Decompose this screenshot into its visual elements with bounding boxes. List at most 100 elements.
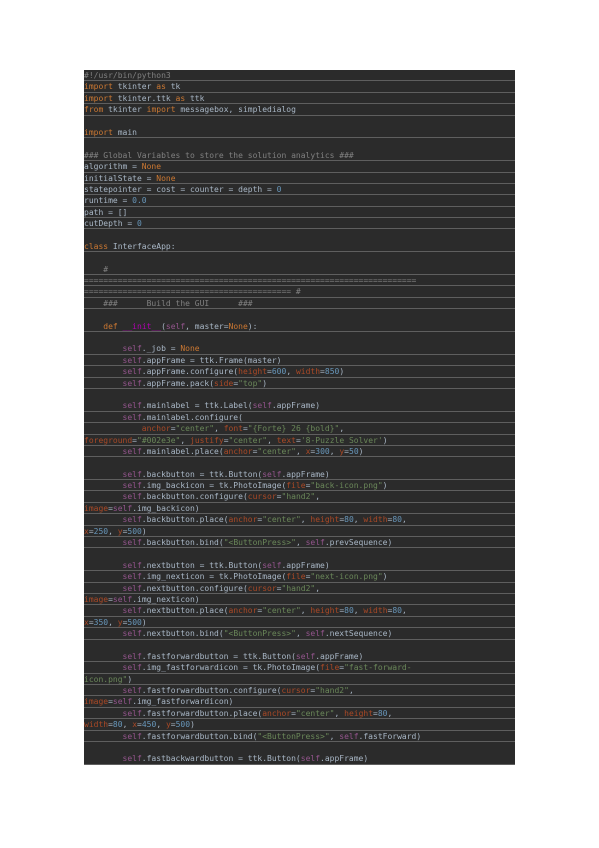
code-token: height: [344, 708, 374, 718]
code-token: ._job =: [141, 344, 181, 354]
code-token: width: [363, 606, 388, 616]
code-token: .appFrame.configure(: [141, 367, 239, 377]
code-token: 250: [93, 526, 109, 536]
code-token: "{Forte} 26 {bold}": [247, 424, 340, 434]
code-token: ========================================…: [84, 287, 301, 297]
code-token: ): [382, 481, 388, 491]
code-token: messagebox, simpledialog: [175, 105, 296, 115]
code-token: 300: [315, 446, 330, 456]
code-line: initialState = None: [84, 173, 515, 184]
code-token: .fastforwardbutton.place(: [141, 708, 263, 718]
code-token: self: [305, 538, 325, 548]
code-token: .appFrame): [271, 401, 321, 411]
code-token: justify: [190, 435, 224, 445]
code-token: ): [382, 572, 388, 582]
code-token: .fastforwardbutton = ttk.Button(: [141, 651, 296, 661]
code-token: self: [122, 446, 142, 456]
code-line: image=self.img_backicon): [84, 503, 515, 515]
code-token: ,: [286, 367, 296, 377]
code-token: self: [122, 412, 142, 422]
code-token: ,: [108, 617, 118, 627]
code-token: ): [339, 367, 345, 377]
code-token: self: [295, 651, 316, 661]
code-token: .nextbutton = ttk.Button(: [141, 560, 263, 570]
code-line: #!/usr/bin/python3: [84, 70, 515, 82]
code-line: self.img_nexticon = tk.PhotoImage(file="…: [84, 571, 515, 583]
code-line: self.fastforwardbutton.configure(cursor=…: [84, 685, 515, 697]
code-token: import: [84, 127, 113, 137]
code-token: self: [112, 697, 133, 707]
code-line: width=80, x=450, y=500): [84, 719, 515, 731]
code-token: self: [165, 321, 186, 331]
code-block: #!/usr/bin/python3 import tkinter as tk im…: [84, 70, 515, 765]
code-token: self: [112, 503, 133, 513]
code-token: self: [122, 708, 142, 718]
code-token: .prevSequence): [324, 538, 393, 548]
code-line: icon.png"): [84, 674, 515, 686]
code-line: x=350, y=500): [84, 617, 515, 629]
code-token: ): [141, 526, 147, 536]
code-line: class InterfaceApp:: [84, 241, 515, 253]
code-line: self.backbutton.configure(cursor="hand2"…: [84, 491, 515, 503]
code-token: self: [122, 481, 142, 491]
code-token: __init__: [122, 321, 162, 331]
code-line: anchor="center", font="{Forte} 26 {bold}…: [84, 423, 515, 435]
code-token: "top": [238, 378, 263, 388]
code-token: anchor: [223, 446, 253, 456]
code-token: "<ButtonPress>": [223, 538, 296, 548]
code-token: self: [122, 538, 142, 548]
code-token: .backbutton.configure(: [141, 492, 248, 502]
code-token: ,: [300, 606, 311, 616]
code-token: ,: [267, 435, 277, 445]
code-line: import main: [84, 127, 515, 139]
code-token: 80: [112, 720, 123, 730]
code-token: ): [141, 617, 147, 627]
code-token: ,: [180, 435, 190, 445]
code-token: font: [223, 424, 243, 434]
code-line: self.nextbutton = ttk.Button(self.appFra…: [84, 560, 515, 572]
code-token: .img_backicon = tk.PhotoImage(: [141, 481, 287, 491]
code-token: InterfaceApp:: [108, 241, 176, 251]
code-line: path = []: [84, 207, 515, 219]
code-token: "center": [262, 606, 301, 616]
code-token: .mainlabel.place(: [141, 446, 224, 456]
code-token: anchor: [228, 606, 258, 616]
code-token: self: [122, 367, 142, 377]
code-token: ========================================…: [84, 276, 417, 286]
code-token: anchor: [141, 424, 171, 434]
code-token: ttk: [185, 93, 205, 103]
code-token: width: [295, 367, 321, 377]
code-token: "center": [257, 446, 296, 456]
code-line: ### Global Variables to store the soluti…: [84, 150, 515, 162]
code-token: "hand2": [315, 686, 349, 696]
code-token: self: [122, 663, 142, 673]
code-token: side: [214, 378, 234, 388]
code-token: cursor: [247, 492, 277, 502]
code-token: ,: [401, 606, 407, 616]
code-token: class: [84, 241, 109, 251]
code-token: image: [84, 503, 109, 513]
code-token: .img_fastforwardicon = tk.PhotoImage(: [141, 663, 321, 673]
code-token: ,: [295, 446, 306, 456]
code-token: "center": [228, 435, 268, 445]
code-token: 450: [141, 720, 157, 730]
code-line: #: [84, 264, 515, 276]
code-token: .appFrame): [281, 560, 330, 570]
code-token: .nextbutton.bind(: [141, 629, 224, 639]
code-token: ### Build the GUI ###: [84, 298, 253, 308]
code-line: self.nextbutton.place(anchor="center", h…: [84, 605, 515, 617]
code-line: ========================================…: [84, 286, 515, 298]
code-token: .appFrame): [281, 469, 330, 479]
code-token: .fastbackwardbutton = ttk.Button(: [141, 754, 301, 764]
